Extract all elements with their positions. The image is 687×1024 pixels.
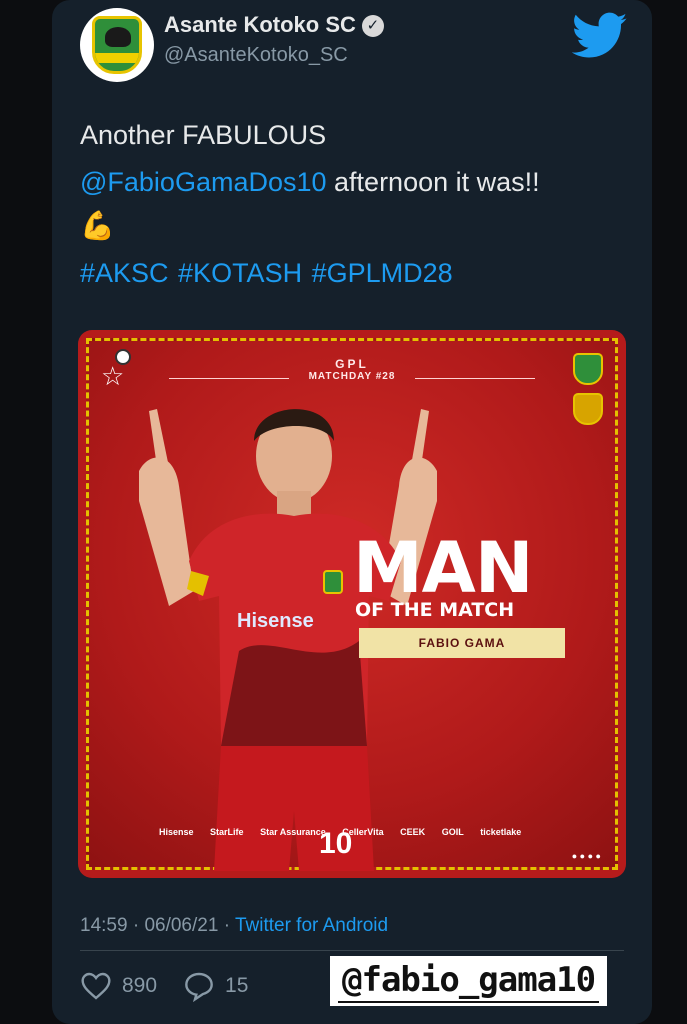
sponsor-logo: StarLife: [210, 827, 244, 837]
sponsor-strip: Hisense StarLife Star Assurance CellerVi…: [159, 827, 535, 837]
sponsor-logo: ticketlake: [480, 827, 522, 837]
tweet-time: 14:59: [80, 915, 128, 936]
username-sticker: @fabio_gama10: [330, 956, 608, 1006]
club-crest-badge-icon: [573, 353, 603, 385]
subheadline: OF THE MATCH: [355, 599, 515, 621]
like-count: 890: [122, 974, 158, 997]
star-icon: ☆: [101, 361, 125, 391]
account-name[interactable]: Asante Kotoko SC ✓: [164, 12, 384, 38]
sponsor-logo: CEEK: [400, 827, 426, 837]
twitter-bird-icon: [572, 12, 628, 58]
poster: GPL MATCHDAY #28 ☆ Hisense 10 MAN OF THE…: [86, 338, 618, 871]
reply-icon[interactable]: [183, 970, 215, 1002]
tweet-body: Another FABULOUS @FabioGamaDos10 afterno…: [80, 112, 640, 246]
tweet-card: Asante Kotoko SC ✓ @AsanteKotoko_SC Anoth…: [52, 0, 652, 1024]
player-name-bar: FABIO GAMA: [359, 628, 565, 658]
reply-count: 15: [225, 974, 249, 997]
tweet-line-2-text: afternoon it was!!: [326, 167, 540, 197]
shirt-sponsor-text: Hisense: [237, 610, 314, 632]
tweet-line-1: Another FABULOUS: [80, 120, 327, 150]
league-badge-icon: [573, 393, 603, 425]
tweet-meta: 14:59 · 06/06/21 · Twitter for Android: [80, 915, 388, 937]
club-crest-icon: [92, 16, 142, 74]
tweet-line-2: @FabioGamaDos10 afternoon it was!!: [80, 159, 640, 206]
divider: [80, 950, 624, 951]
headline: MAN: [353, 527, 533, 609]
meta-separator: ·: [132, 915, 140, 936]
social-icons: ● ● ● ●: [571, 851, 601, 861]
matchday-label: MATCHDAY #28: [308, 371, 396, 382]
league-label: GPL: [335, 357, 369, 371]
sponsor-logo: Star Assurance: [260, 827, 326, 837]
heart-icon[interactable]: [80, 970, 112, 1002]
tweet-image[interactable]: GPL MATCHDAY #28 ☆ Hisense 10 MAN OF THE…: [78, 330, 626, 878]
mention-link[interactable]: @FabioGamaDos10: [80, 167, 327, 197]
sponsor-logo: CellerVita: [342, 827, 384, 837]
account-handle[interactable]: @AsanteKotoko_SC: [164, 44, 348, 67]
verified-check-icon: ✓: [361, 15, 384, 37]
account-name-text: Asante Kotoko SC: [164, 12, 356, 37]
flexed-biceps-icon: 💪: [80, 210, 115, 241]
football-icon: [115, 349, 131, 365]
tweet-actions: 890 15: [80, 970, 274, 1002]
meta-separator: ·: [223, 915, 231, 936]
hashtags[interactable]: #AKSC #KOTASH #GPLMD28: [80, 258, 453, 289]
avatar[interactable]: [80, 8, 154, 82]
tweet-date: 06/06/21: [144, 915, 219, 936]
tweet-source-link[interactable]: Twitter for Android: [235, 915, 388, 936]
sponsor-logo: GOIL: [441, 827, 464, 837]
sponsor-logo: Hisense: [159, 827, 194, 837]
